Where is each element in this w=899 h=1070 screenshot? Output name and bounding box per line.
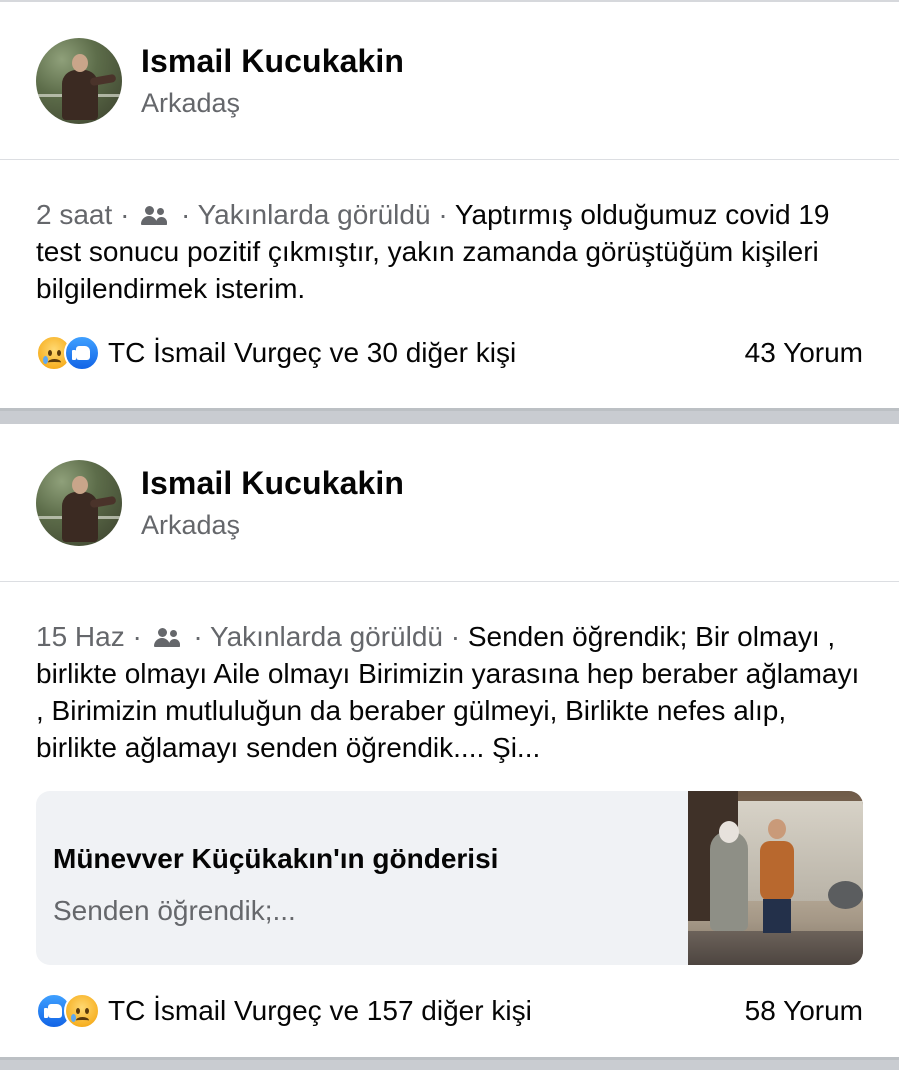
- post-header: Ismail Kucukakin Arkadaş: [0, 2, 899, 160]
- separator: ·: [120, 199, 130, 230]
- author-relation: Arkadaş: [141, 509, 241, 540]
- comments-count[interactable]: 43 Yorum: [745, 337, 863, 369]
- author-avatar[interactable]: [36, 459, 122, 546]
- separator: ·: [438, 199, 448, 230]
- separator: ·: [450, 621, 461, 652]
- shared-post-thumbnail[interactable]: [688, 791, 863, 965]
- shared-post-title: Münevver Küçükakın'ın gönderisi: [53, 843, 499, 874]
- post-divider: [0, 408, 899, 424]
- friends-audience-icon: [141, 206, 169, 226]
- author-relation: Arkadaş: [141, 87, 241, 118]
- post-time: 15 Haz: [36, 621, 125, 652]
- shared-post-text: Münevver Küçükakın'ın gönderisi Senden ö…: [36, 791, 688, 965]
- seen-recently-label: Yakınlarda görüldü: [197, 199, 431, 230]
- like-reaction-icon: [64, 335, 100, 371]
- shared-post-card[interactable]: Münevver Küçükakın'ın gönderisi Senden ö…: [36, 791, 863, 965]
- separator: ·: [132, 621, 142, 652]
- post-divider: [0, 1057, 899, 1070]
- sad-reaction-icon: [64, 993, 100, 1029]
- comments-count[interactable]: 58 Yorum: [745, 995, 863, 1027]
- reactions-text: TC İsmail Vurgeç ve 157 diğer kişi: [108, 995, 532, 1026]
- post-header: Ismail Kucukakin Arkadaş: [0, 424, 899, 582]
- post-time: 2 saat: [36, 199, 113, 230]
- reactions-text: TC İsmail Vurgeç ve 30 diğer kişi: [108, 337, 517, 368]
- separator: ·: [193, 621, 203, 652]
- author-info: Ismail Kucukakin Arkadaş: [141, 43, 404, 119]
- author-info: Ismail Kucukakin Arkadaş: [141, 465, 404, 541]
- post-body[interactable]: 2 saat · · Yakınlarda görüldü · Yaptırmı…: [0, 160, 899, 304]
- shared-post-subtitle: Senden öğrendik;...: [53, 895, 296, 926]
- author-name[interactable]: Ismail Kucukakin: [141, 465, 404, 502]
- feed-post: Ismail Kucukakin Arkadaş 15 Haz · · Yakı…: [0, 424, 899, 1057]
- reactions-row: TC İsmail Vurgeç ve 30 diğer kişi 43 Yor…: [0, 304, 899, 408]
- feed-post: Ismail Kucukakin Arkadaş 2 saat · · Yakı…: [0, 2, 899, 408]
- reaction-icons: [36, 335, 100, 371]
- author-name[interactable]: Ismail Kucukakin: [141, 43, 404, 80]
- post-body[interactable]: 15 Haz · · Yakınlarda görüldü · Senden ö…: [0, 582, 899, 766]
- reactions-summary[interactable]: TC İsmail Vurgeç ve 30 diğer kişi: [36, 335, 516, 371]
- reactions-summary[interactable]: TC İsmail Vurgeç ve 157 diğer kişi: [36, 993, 532, 1029]
- seen-recently-label: Yakınlarda görüldü: [210, 621, 443, 652]
- friends-audience-icon: [153, 628, 182, 648]
- separator: ·: [180, 199, 191, 230]
- reaction-icons: [36, 993, 100, 1029]
- author-avatar[interactable]: [36, 37, 122, 124]
- reactions-row: TC İsmail Vurgeç ve 157 diğer kişi 58 Yo…: [0, 965, 899, 1057]
